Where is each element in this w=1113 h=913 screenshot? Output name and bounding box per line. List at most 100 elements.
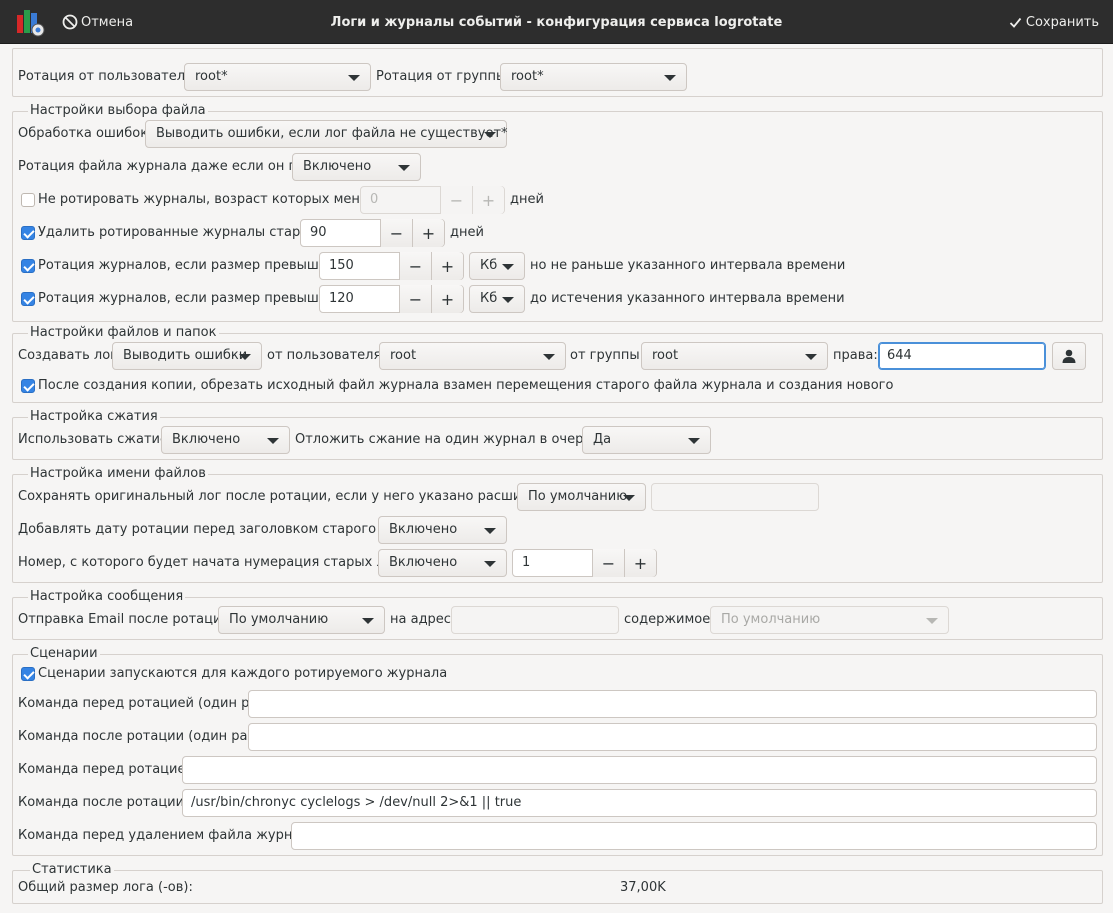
ext-combo[interactable]: По умолчанию (517, 483, 646, 511)
plus-icon[interactable]: + (431, 285, 463, 313)
ext-input[interactable] (651, 483, 819, 511)
minsize-unit-combo[interactable]: Кб (469, 252, 525, 280)
maxsize-value: 120 (329, 291, 354, 306)
minsize-checkbox[interactable] (21, 259, 35, 273)
plus-icon[interactable]: + (412, 219, 444, 247)
stats-size-value: 37,00K (620, 880, 666, 895)
start-number-spinner[interactable]: 1 − + (512, 549, 657, 577)
cancel-button[interactable]: Отмена (62, 0, 133, 44)
postrotate-label: Команда после ротации: (18, 795, 189, 810)
errors-label: Обработка ошибок: (18, 126, 153, 141)
plus-icon[interactable]: + (472, 186, 504, 214)
compression-delay-label: Отложить сжание на один журнал в очереди… (295, 432, 614, 447)
mail-send-label: Отправка Email после ротации: (18, 612, 235, 627)
cancel-label: Отмена (81, 14, 134, 30)
chevron-down-icon (484, 132, 496, 138)
stats-legend: Статистика (30, 862, 114, 878)
maxsize-spinner[interactable]: 120 − + (319, 285, 464, 313)
cancel-icon (62, 14, 78, 30)
rotation-user-label: Ротация от пользователя: (18, 69, 198, 84)
chevron-down-icon (239, 354, 251, 360)
minus-icon[interactable]: − (399, 252, 431, 280)
sharedscripts-checkbox[interactable] (21, 667, 35, 681)
preremove-input[interactable] (291, 822, 1097, 850)
compression-use-value: Включено (172, 432, 241, 447)
min-age-spinner[interactable]: 0 − + (360, 186, 505, 214)
mail-content-combo[interactable]: По умолчанию (710, 606, 949, 634)
chevron-down-icon (484, 528, 496, 534)
postrotate-input[interactable]: /usr/bin/chronyc cyclelogs > /dev/null 2… (182, 789, 1097, 817)
save-button[interactable]: Сохранить (1009, 0, 1099, 44)
compression-delay-value: Да (593, 432, 612, 447)
chevron-down-icon (664, 75, 676, 81)
chevron-down-icon (688, 438, 700, 444)
prerotate-input[interactable] (182, 756, 1097, 784)
chevron-down-icon (502, 297, 514, 303)
copytruncate-checkbox[interactable] (21, 379, 35, 393)
minus-icon[interactable]: − (399, 285, 431, 313)
mail-addr-label: на адрес: (390, 612, 456, 627)
rotation-user-combo[interactable]: root* (184, 63, 371, 91)
maxsize-note: до истечения указанного интервала времен… (530, 291, 845, 306)
ext-value: По умолчанию (528, 489, 628, 504)
maxsize-checkbox[interactable] (21, 292, 35, 306)
chevron-down-icon (398, 165, 410, 171)
minus-icon[interactable]: − (380, 219, 412, 247)
date-label: Добавлять дату ротации перед заголовком … (18, 522, 416, 537)
min-age-checkbox[interactable] (21, 193, 35, 207)
delete-spinner[interactable]: 90 − + (300, 219, 445, 247)
delete-unit: дней (450, 225, 484, 240)
rotation-group-label: Ротация от группы: (376, 69, 511, 84)
compression-use-label: Использовать сжатие: (18, 432, 173, 447)
start-number-value: 1 (522, 555, 531, 570)
perm-input[interactable]: 644 (878, 342, 1046, 370)
minus-icon[interactable]: − (592, 549, 624, 577)
empty-combo[interactable]: Включено (292, 153, 421, 181)
chevron-down-icon (805, 354, 817, 360)
chevron-down-icon (502, 264, 514, 270)
errors-combo[interactable]: Выводить ошибки, если лог файла не сущес… (145, 120, 508, 148)
maxsize-label: Ротация журналов, если размер превышает (38, 291, 343, 306)
scrollbar[interactable] (1107, 44, 1113, 904)
firstaction-input[interactable] (248, 690, 1097, 718)
ext-label: Сохранять оригинальный лог после ротации… (18, 489, 567, 504)
chevron-down-icon (623, 495, 635, 501)
plus-icon[interactable]: + (431, 252, 463, 280)
date-combo[interactable]: Включено (378, 516, 507, 544)
compression-use-combo[interactable]: Включено (161, 426, 290, 454)
file-selection-legend: Настройки выбора файла (28, 103, 208, 119)
chevron-down-icon (484, 561, 496, 567)
empty-label: Ротация файла журнала даже если он пуст: (18, 159, 324, 174)
perm-value: 644 (887, 348, 912, 363)
maxsize-unit-combo[interactable]: Кб (469, 285, 525, 313)
naming-legend: Настройка имени файлов (28, 466, 208, 482)
prerotate-label: Команда перед ротацией: (18, 762, 199, 777)
min-age-label: Не ротировать журналы, возраст которых м… (38, 192, 388, 207)
stats-size-label: Общий размер лога (-ов): (18, 880, 193, 895)
delete-checkbox[interactable] (21, 226, 35, 240)
create-user-combo[interactable]: root (379, 342, 566, 370)
lastaction-input[interactable] (248, 723, 1097, 751)
create-combo[interactable]: Выводить ошибки (112, 342, 262, 370)
chevron-down-icon (926, 618, 938, 624)
lastaction-label: Команда после ротации (один раз): (18, 729, 264, 744)
delete-label: Удалить ротированные журналы старше (38, 225, 321, 240)
perm-label: права: (833, 348, 878, 363)
create-user-label: от пользователя: (267, 348, 386, 363)
empty-value: Включено (303, 159, 372, 174)
rotation-group-combo[interactable]: root* (500, 63, 687, 91)
minus-icon[interactable]: − (440, 186, 472, 214)
postrotate-value: /usr/bin/chronyc cyclelogs > /dev/null 2… (191, 795, 522, 810)
plus-icon[interactable]: + (624, 549, 656, 577)
start-combo[interactable]: Включено (378, 549, 507, 577)
compression-delay-combo[interactable]: Да (582, 426, 711, 454)
copytruncate-label: После создания копии, обрезать исходный … (38, 378, 894, 393)
date-value: Включено (389, 522, 458, 537)
perm-user-button[interactable] (1052, 342, 1086, 370)
create-group-combo[interactable]: root (641, 342, 828, 370)
mail-addr-input[interactable] (451, 606, 619, 634)
minsize-spinner[interactable]: 150 − + (319, 252, 464, 280)
mail-send-combo[interactable]: По умолчанию (218, 606, 385, 634)
chevron-down-icon (267, 438, 279, 444)
minsize-unit-value: Кб (480, 258, 498, 273)
